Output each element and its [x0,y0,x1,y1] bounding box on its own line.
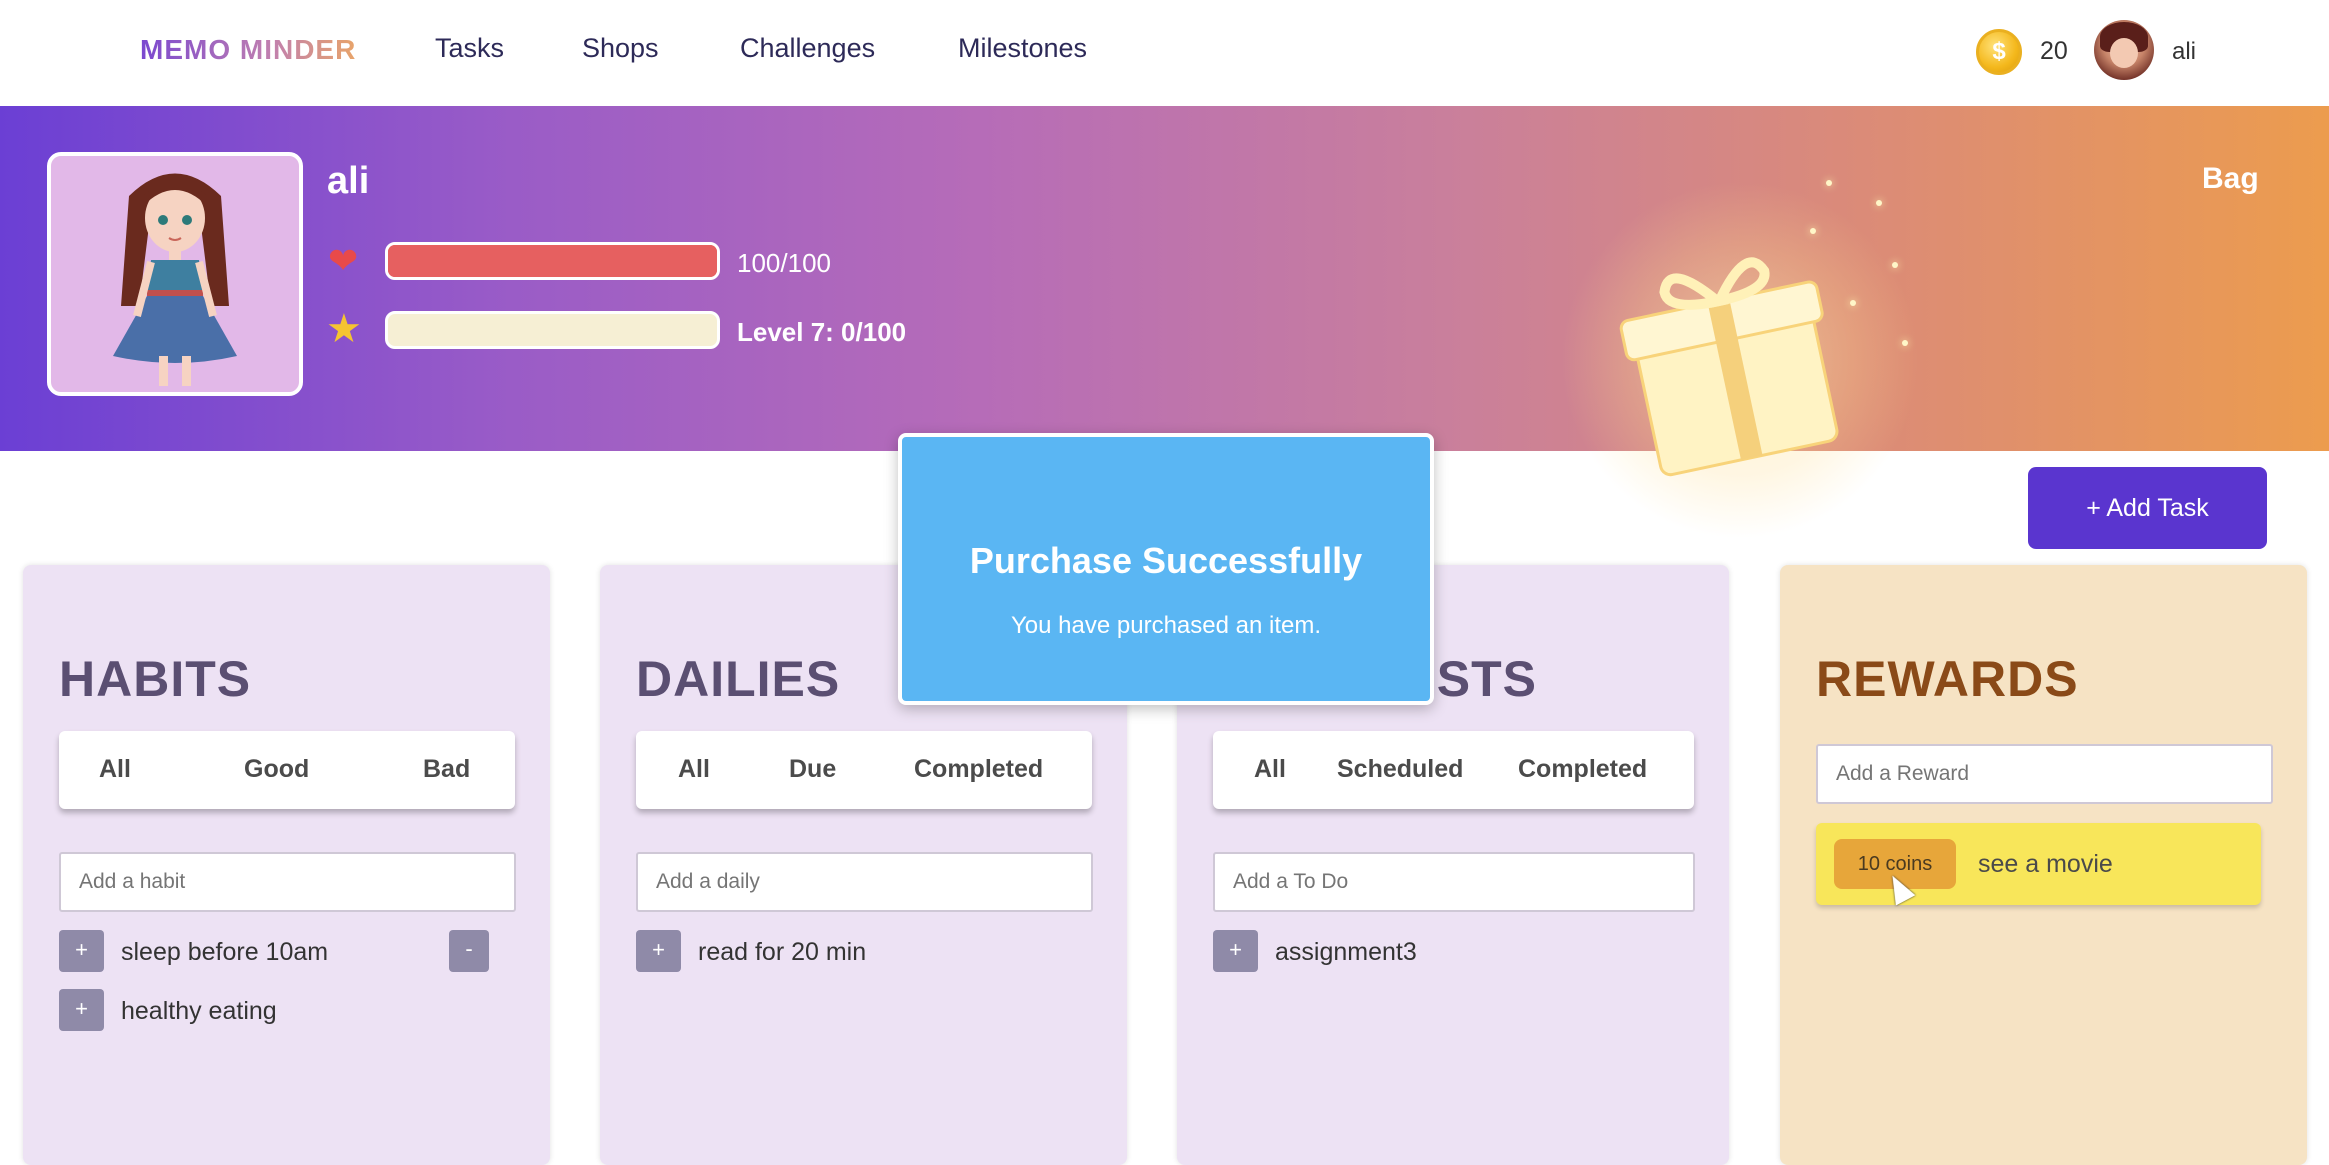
rewards-column: REWARDS 10 coins see a movie [1780,565,2307,1165]
add-todo-input[interactable] [1213,852,1695,912]
nav-username[interactable]: ali [2172,38,2196,66]
modal-title: Purchase Successfully [969,540,1363,581]
todo-item: + assignment3 [1213,930,1643,972]
todo-filter: All Scheduled Completed [1213,731,1694,809]
coin-icon: $ [1976,29,2022,75]
reward-label: see a movie [1978,850,2113,878]
add-habit-input[interactable] [59,852,516,912]
heart-icon: ❤ [328,240,359,281]
daily-label: read for 20 min [698,938,867,966]
sparkle-icon [1850,300,1856,306]
habits-filter: All Good Bad [59,731,515,809]
dailies-filter-due[interactable]: Due [789,755,836,784]
habits-filter-good[interactable]: Good [244,755,309,784]
modal-message: You have purchased an item. [1011,612,1321,639]
habit-label: sleep before 10am [121,938,329,966]
add-daily-input[interactable] [636,852,1093,912]
todo-plus-button[interactable]: + [1213,930,1258,972]
nav-tasks[interactable]: Tasks [435,33,504,64]
coin-count: 20 [2040,37,2068,65]
habits-filter-bad[interactable]: Bad [423,755,470,784]
habit-plus-button[interactable]: + [59,930,104,972]
add-task-button[interactable]: + Add Task [2028,467,2267,549]
habit-label: healthy eating [121,997,277,1025]
character-avatar [47,152,303,396]
character-illustration [113,173,237,386]
rewards-title: REWARDS [1816,651,2079,707]
star-icon: ★ [326,307,362,351]
daily-plus-button[interactable]: + [636,930,681,972]
habit-item: + healthy eating [59,989,489,1031]
brand-logo[interactable]: MEMO MINDER [140,34,356,66]
habit-minus-button[interactable]: - [449,930,489,972]
sparkle-icon [1810,228,1816,234]
health-text: 100/100 [737,248,831,278]
nav-challenges[interactable]: Challenges [740,33,875,64]
profile-banner: ali ❤ 100/100 ★ Level 7: 0/100 Bag [0,106,2329,451]
level-text: Level 7: 0/100 [737,317,907,347]
todo-label: assignment3 [1275,938,1417,966]
dailies-title: DAILIES [636,651,841,707]
profile-name: ali [327,160,370,202]
reward-item: 10 coins see a movie [1816,823,2261,905]
todo-filter-all[interactable]: All [1254,755,1286,784]
sparkle-icon [1826,180,1832,186]
user-avatar[interactable] [2094,20,2154,80]
sparkle-icon [1902,340,1908,346]
todo-filter-scheduled[interactable]: Scheduled [1337,755,1463,784]
habits-title: HABITS [59,651,252,707]
todo-filter-completed[interactable]: Completed [1518,755,1647,784]
nav-milestones[interactable]: Milestones [958,33,1087,64]
avatar-face [2110,38,2138,68]
habit-plus-button[interactable]: + [59,989,104,1031]
bag-button[interactable]: Bag [2202,162,2259,196]
dailies-filter: All Due Completed [636,731,1092,809]
dailies-filter-all[interactable]: All [678,755,710,784]
habit-item: + sleep before 10am - [59,930,489,972]
habits-column: HABITS All Good Bad + sleep before 10am … [23,565,550,1165]
health-bar-fill [388,245,717,277]
health-bar [385,242,720,280]
top-navbar: MEMO MINDER Tasks Shops Challenges Miles… [0,0,2329,106]
purchase-success-modal[interactable]: Purchase Successfully You have purchased… [898,433,1434,705]
sparkle-icon [1876,200,1882,206]
sparkle-icon [1892,262,1898,268]
gift-icon [1588,218,1873,503]
nav-shops[interactable]: Shops [582,33,659,64]
add-reward-input[interactable] [1816,744,2273,804]
dailies-filter-completed[interactable]: Completed [914,755,1043,784]
habits-filter-all[interactable]: All [99,755,131,784]
experience-bar [385,311,720,349]
daily-item: + read for 20 min [636,930,1066,972]
